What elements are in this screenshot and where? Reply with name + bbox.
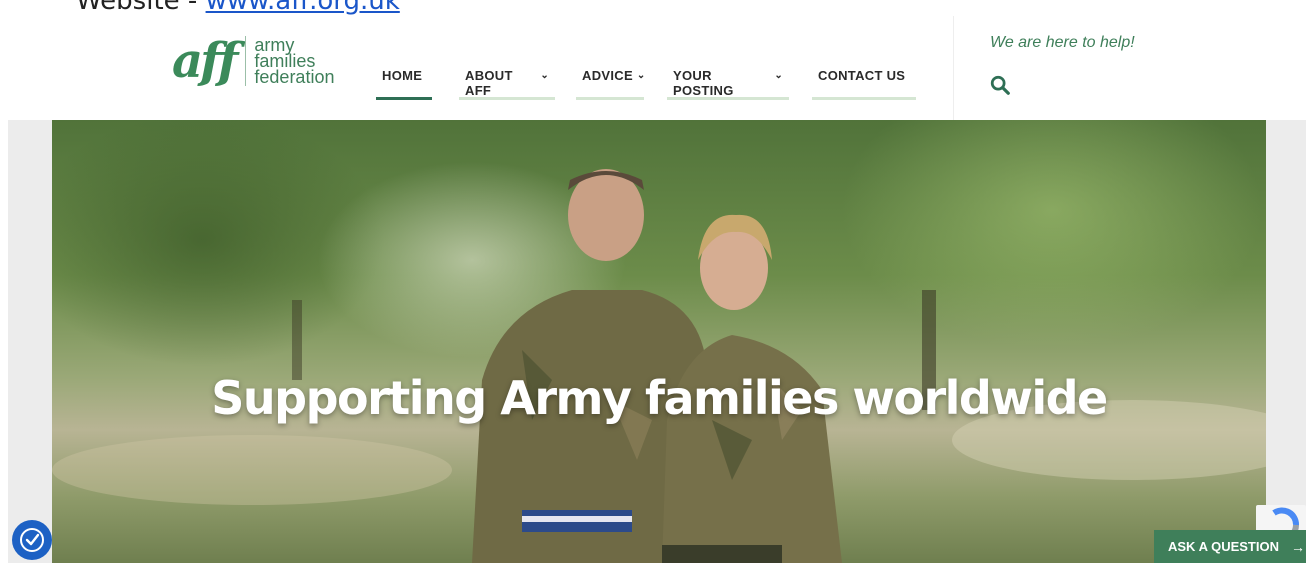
nav-active-underline (376, 97, 432, 100)
nav-item-about-aff[interactable]: ABOUT AFF ⌄ (459, 68, 555, 100)
ask-a-question-label: ASK A QUESTION (1168, 539, 1279, 554)
arrow-right-icon: → (1291, 538, 1305, 555)
nav-item-home[interactable]: HOME (376, 68, 432, 100)
logo-wordmark: army families federation (254, 36, 335, 87)
nav-item-advice[interactable]: ADVICE ⌄ (576, 68, 646, 100)
hero-headline: Supporting Army families worldwide (211, 370, 1108, 425)
nav-underline (812, 97, 916, 100)
nav-underline (459, 97, 555, 100)
site-header: aff army families federation HOME ABOUT … (0, 16, 1306, 120)
nav-item-label: HOME (382, 68, 423, 83)
aff-logo[interactable]: aff army families federation (172, 36, 334, 86)
website-label: Website - (76, 0, 206, 16)
hero-photo-soldiers (52, 169, 1266, 563)
nav-item-your-posting[interactable]: YOUR POSTING ⌄ (667, 68, 789, 100)
nav-item-label: CONTACT US (818, 68, 906, 83)
help-tagline: We are here to help! (990, 34, 1135, 51)
chevron-down-icon: ⌄ (540, 70, 549, 81)
nav-underline (667, 97, 789, 100)
accessibility-icon (20, 528, 44, 552)
logo-line-federation: federation (254, 67, 335, 87)
logo-divider (245, 36, 247, 86)
hero-banner: Supporting Army families worldwide (52, 120, 1266, 563)
logo-mark: aff (172, 33, 238, 89)
website-link[interactable]: www.aff.org.uk (206, 0, 400, 16)
chevron-down-icon: ⌄ (774, 70, 783, 81)
document-website-line: Website - www.aff.org.uk (76, 0, 400, 16)
nav-item-label: ABOUT AFF (465, 68, 513, 98)
nav-item-contact-us[interactable]: CONTACT US (812, 68, 916, 100)
nav-item-label: YOUR POSTING (673, 68, 734, 98)
accessibility-button[interactable] (12, 520, 52, 560)
main-nav: HOME ABOUT AFF ⌄ ADVICE ⌄ YOUR POSTING ⌄… (376, 68, 916, 100)
search-icon[interactable] (989, 74, 1011, 96)
nav-item-label: ADVICE (582, 68, 633, 83)
nav-underline (576, 97, 644, 100)
chevron-down-icon: ⌄ (636, 70, 646, 81)
header-divider (953, 16, 954, 120)
ask-a-question-button[interactable]: ASK A QUESTION → (1154, 530, 1306, 563)
